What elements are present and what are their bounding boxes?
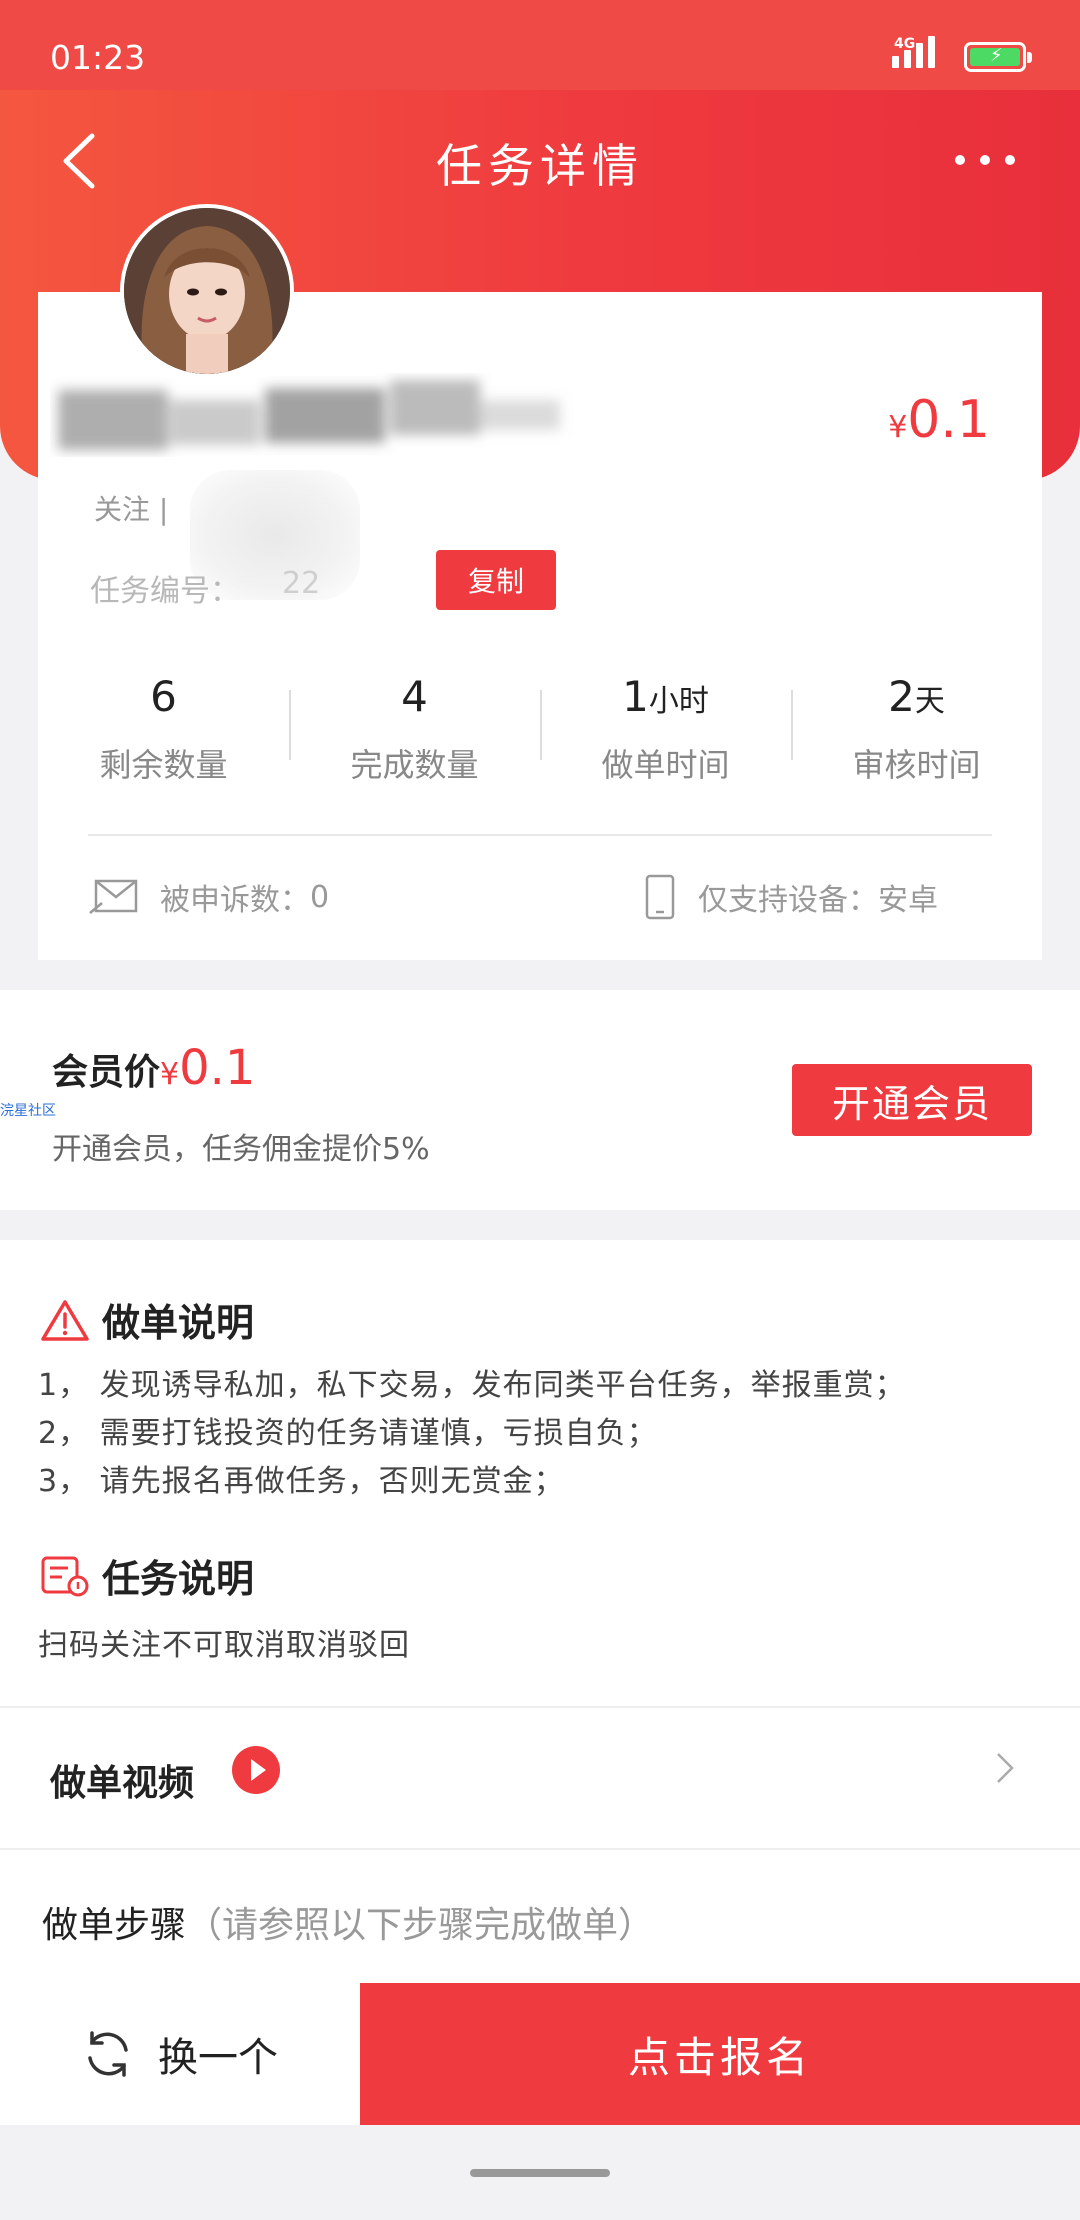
warning-icon (41, 1299, 89, 1341)
stat-completed: 4 完成数量 (289, 660, 540, 790)
task-desc-text: 扫码关注不可取消取消驳回 (38, 1628, 410, 1663)
steps-row: 做单步骤（请参照以下步骤完成做单） (0, 1848, 1080, 1983)
steps-label: 做单步骤（请参照以下步骤完成做单） (42, 1905, 655, 1946)
envelope-icon (89, 879, 138, 914)
member-section: 会员价¥0.1 开通会员，任务佣金提价5% 开通会员 (0, 990, 1080, 1210)
signup-button[interactable]: 点击报名 (360, 1983, 1080, 2125)
complaint-count: 被申诉数： 0 (88, 872, 329, 922)
home-indicator[interactable] (470, 2169, 610, 2177)
watermark: 浣星社区 (0, 1103, 56, 1119)
instructions-heading: 做单说明 (40, 1292, 254, 1347)
member-price: 会员价¥0.1 (52, 1040, 256, 1096)
stat-review-time: 2天 审核时间 (791, 660, 1042, 790)
task-price: ¥0.1 (888, 390, 990, 450)
home-indicator-area (0, 2125, 1080, 2220)
bottom-action-bar: 换一个 点击报名 (0, 1983, 1080, 2125)
copy-button[interactable]: 复制 (436, 550, 556, 610)
blurred-username (58, 380, 560, 450)
avatar[interactable] (120, 204, 294, 378)
phone-icon (645, 874, 675, 920)
signal-icon (892, 36, 935, 68)
stat-work-time: 1小时 做单时间 (540, 660, 791, 790)
refresh-icon (88, 2031, 128, 2077)
page-title: 任务详情 (436, 139, 644, 193)
status-time: 01:23 (50, 38, 146, 77)
play-icon (232, 1746, 280, 1794)
task-number-value: 22 (282, 566, 321, 601)
swap-button[interactable]: 换一个 (0, 1983, 360, 2125)
task-number-label: 任务编号： (90, 574, 240, 609)
video-label: 做单视频 (50, 1763, 195, 1804)
instruction-line: 3， 请先报名再做任务，否则无赏金； (38, 1464, 565, 1499)
instructions-section: 做单说明 1， 发现诱导私加，私下交易，发布同类平台任务，举报重赏； 2， 需要… (0, 1240, 1080, 1706)
document-info-icon (41, 1556, 89, 1596)
instruction-line: 1， 发现诱导私加，私下交易，发布同类平台任务，举报重赏； (38, 1368, 906, 1403)
chevron-right-icon (997, 1753, 1014, 1783)
member-subtitle: 开通会员，任务佣金提价5% (52, 1132, 430, 1167)
stat-remaining: 6 剩余数量 (99, 672, 228, 784)
battery-icon: ⚡ (964, 42, 1032, 72)
open-membership-button[interactable]: 开通会员 (792, 1064, 1032, 1136)
task-desc-heading: 任务说明 (40, 1548, 254, 1603)
video-row[interactable]: 做单视频 (0, 1706, 1080, 1848)
instruction-line: 2， 需要打钱投资的任务请谨慎，亏损自负； (38, 1416, 658, 1451)
task-stats: 6 剩余数量 4 完成数量 1小时 做单时间 2天 审核时间 (38, 660, 1042, 790)
more-button[interactable] (955, 140, 1015, 180)
supported-device: 仅支持设备： 安卓 (644, 872, 938, 922)
follow-label: 关注 | (94, 493, 169, 526)
divider (88, 834, 992, 836)
user-photo (124, 208, 290, 374)
